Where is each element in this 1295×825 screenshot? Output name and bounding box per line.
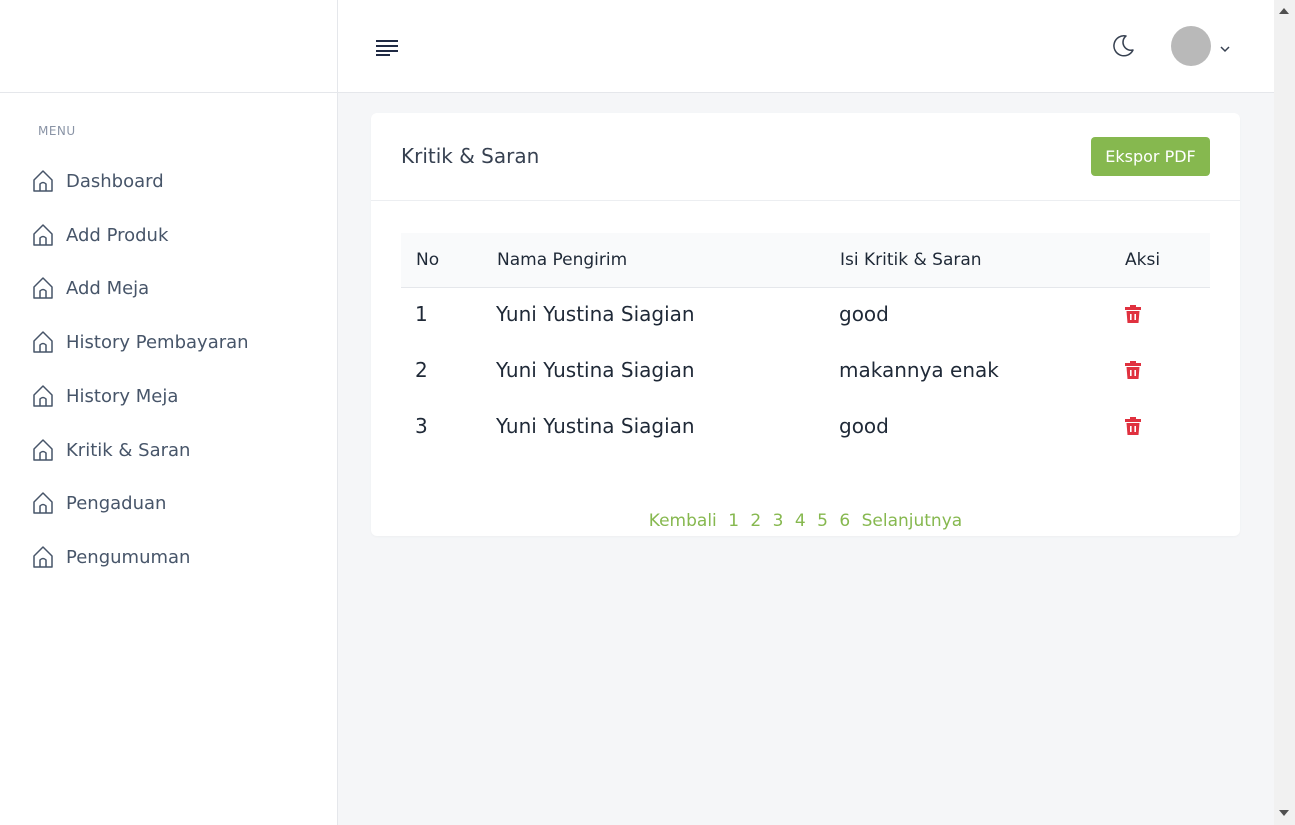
cell-isi: good: [839, 414, 889, 438]
scroll-up-arrow-icon[interactable]: [1279, 8, 1289, 14]
cell-no: 2: [415, 358, 428, 382]
avatar[interactable]: [1171, 26, 1211, 66]
pagination-page-5[interactable]: 5: [817, 511, 828, 531]
cell-no: 3: [415, 414, 428, 438]
kritik-saran-card: Kritik & Saran Ekspor PDF No Nama Pengir…: [371, 113, 1240, 536]
sidebar-logo-area: [0, 0, 337, 93]
pagination-prev-link[interactable]: Kembali: [649, 511, 717, 531]
trash-icon[interactable]: [1125, 417, 1141, 435]
cell-nama: Yuni Yustina Siagian: [496, 414, 695, 438]
cell-no: 1: [415, 302, 428, 326]
cell-nama: Yuni Yustina Siagian: [496, 302, 695, 326]
sidebar-item-label: Kritik & Saran: [66, 439, 191, 461]
table-row: 2 Yuni Yustina Siagian makannya enak: [401, 344, 1210, 400]
scroll-down-arrow-icon[interactable]: [1279, 810, 1289, 816]
column-header-isi: Isi Kritik & Saran: [840, 250, 982, 270]
pagination-page-4[interactable]: 4: [795, 511, 806, 531]
cell-isi: makannya enak: [839, 358, 999, 382]
home-icon: [32, 223, 54, 247]
sidebar-item-pengumuman[interactable]: Pengumuman: [32, 542, 190, 572]
cell-isi: good: [839, 302, 889, 326]
pagination: Kembali 1 2 3 4 5 6 Selanjutnya: [371, 511, 1240, 531]
trash-icon[interactable]: [1125, 361, 1141, 379]
sidebar-item-label: History Meja: [66, 385, 179, 407]
sidebar-item-label: History Pembayaran: [66, 331, 249, 353]
moon-icon[interactable]: [1110, 33, 1136, 59]
sidebar-item-label: Dashboard: [66, 170, 164, 192]
column-header-no: No: [416, 250, 440, 270]
sidebar-item-label: Pengumuman: [66, 546, 191, 568]
sidebar-item-kritik-saran[interactable]: Kritik & Saran: [32, 435, 190, 465]
scrollbar[interactable]: [1274, 0, 1295, 825]
sidebar-item-add-meja[interactable]: Add Meja: [32, 273, 149, 303]
sidebar-item-pengaduan[interactable]: Pengaduan: [32, 488, 166, 518]
home-icon: [32, 384, 54, 408]
home-icon: [32, 545, 54, 569]
pagination-next-link[interactable]: Selanjutnya: [862, 511, 963, 531]
sidebar-item-label: Add Produk: [66, 224, 169, 246]
page-title: Kritik & Saran: [401, 144, 540, 168]
table-row: 3 Yuni Yustina Siagian good: [401, 400, 1210, 456]
home-icon: [32, 276, 54, 300]
home-icon: [32, 491, 54, 515]
hamburger-icon[interactable]: [375, 38, 399, 56]
sidebar-item-label: Add Meja: [66, 277, 150, 299]
sidebar-item-history-meja[interactable]: History Meja: [32, 381, 178, 411]
pagination-page-1[interactable]: 1: [728, 511, 739, 531]
sidebar-item-add-produk[interactable]: Add Produk: [32, 220, 168, 250]
home-icon: [32, 438, 54, 462]
pagination-page-3[interactable]: 3: [773, 511, 784, 531]
chevron-down-icon[interactable]: [1219, 40, 1231, 53]
home-icon: [32, 330, 54, 354]
column-header-nama-pengirim: Nama Pengirim: [497, 250, 628, 270]
pagination-page-2[interactable]: 2: [750, 511, 761, 531]
sidebar: MENU Dashboard Add Produk Add Meja Histo…: [0, 0, 338, 825]
table-row: 1 Yuni Yustina Siagian good: [401, 288, 1210, 344]
sidebar-item-label: Pengaduan: [66, 492, 167, 514]
home-icon: [32, 169, 54, 193]
card-header: Kritik & Saran Ekspor PDF: [371, 113, 1240, 201]
trash-icon[interactable]: [1125, 305, 1141, 323]
pagination-page-6[interactable]: 6: [839, 511, 850, 531]
menu-heading: MENU: [38, 124, 76, 138]
sidebar-item-history-pembayaran[interactable]: History Pembayaran: [32, 327, 249, 357]
sidebar-item-dashboard[interactable]: Dashboard: [32, 166, 164, 196]
table-header: No Nama Pengirim Isi Kritik & Saran Aksi: [401, 233, 1210, 288]
top-header: [338, 0, 1274, 93]
cell-nama: Yuni Yustina Siagian: [496, 358, 695, 382]
export-pdf-button[interactable]: Ekspor PDF: [1091, 137, 1210, 176]
column-header-aksi: Aksi: [1125, 250, 1161, 270]
